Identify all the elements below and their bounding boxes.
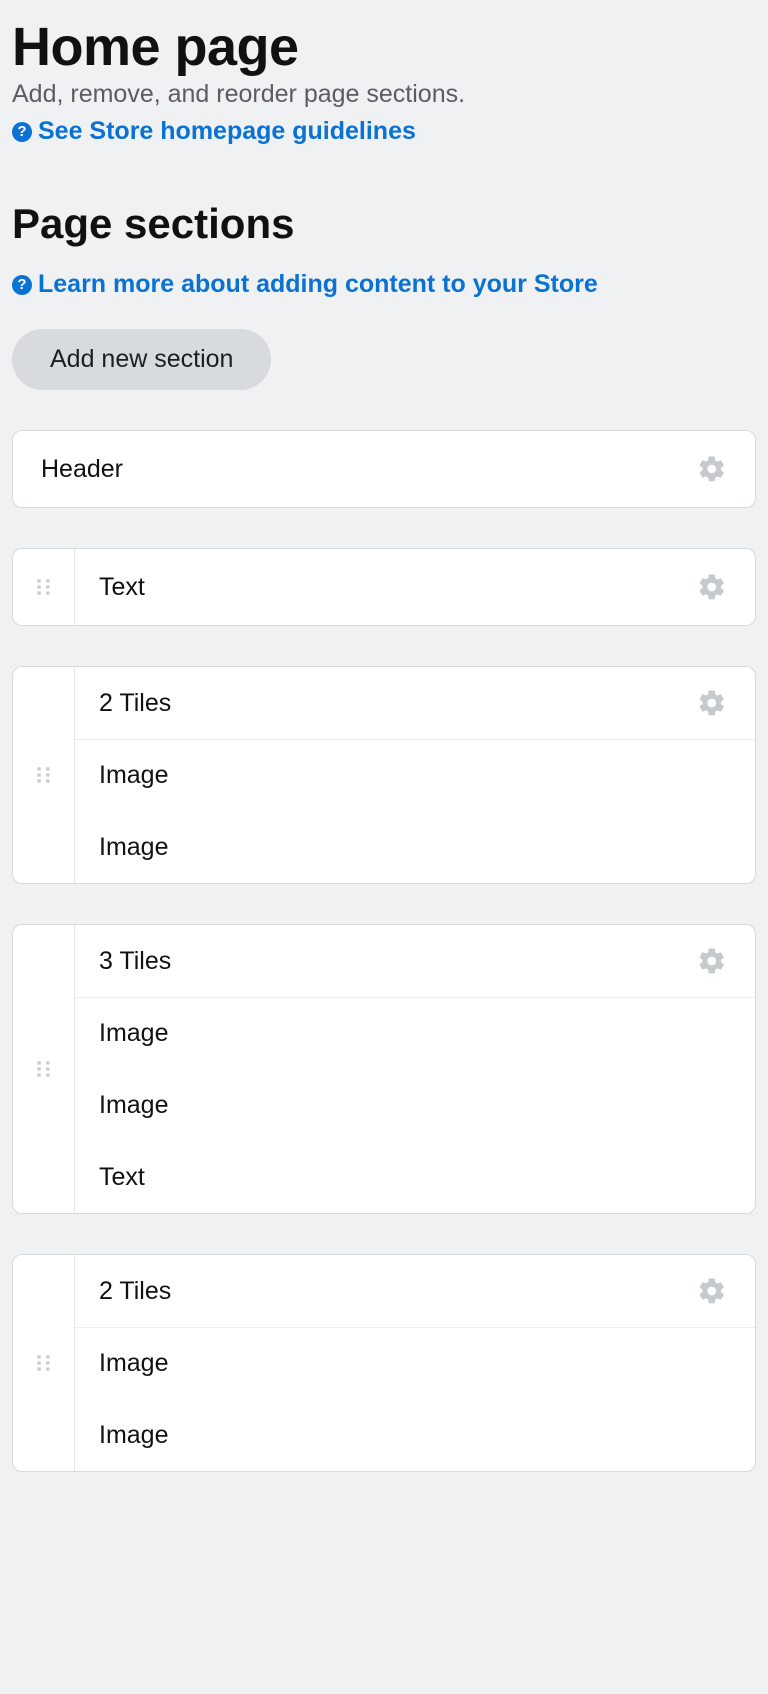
section-card: 3 Tiles Image Image Text bbox=[12, 924, 756, 1214]
section-child[interactable]: Image bbox=[75, 811, 755, 883]
drag-handle[interactable] bbox=[33, 1352, 55, 1374]
section-settings-button[interactable] bbox=[693, 1272, 731, 1310]
drag-handle[interactable] bbox=[33, 576, 55, 598]
drag-handle-icon bbox=[33, 576, 55, 598]
section-child[interactable]: Image bbox=[75, 739, 755, 811]
learn-more-link-label: Learn more about adding content to your … bbox=[38, 270, 598, 299]
section-child[interactable]: Text bbox=[75, 1141, 755, 1213]
page-title: Home page bbox=[12, 16, 756, 78]
section-title: 2 Tiles bbox=[99, 689, 171, 718]
section-title: Header bbox=[41, 455, 123, 484]
add-section-button[interactable]: Add new section bbox=[12, 329, 271, 390]
guidelines-link[interactable]: ? See Store homepage guidelines bbox=[12, 117, 416, 146]
section-settings-button[interactable] bbox=[693, 450, 731, 488]
section-child[interactable]: Image bbox=[75, 1327, 755, 1399]
section-title: 3 Tiles bbox=[99, 947, 171, 976]
drag-handle-icon bbox=[33, 1058, 55, 1080]
learn-more-link[interactable]: ? Learn more about adding content to you… bbox=[12, 270, 598, 299]
section-settings-button[interactable] bbox=[693, 942, 731, 980]
drag-handle[interactable] bbox=[33, 1058, 55, 1080]
drag-handle[interactable] bbox=[33, 764, 55, 786]
section-child-label: Image bbox=[99, 1421, 168, 1450]
guidelines-link-label: See Store homepage guidelines bbox=[38, 117, 416, 146]
help-icon: ? bbox=[12, 275, 32, 295]
section-child-label: Text bbox=[99, 1163, 145, 1192]
sections-heading: Page sections bbox=[12, 200, 756, 248]
section-title: Text bbox=[99, 573, 145, 602]
gear-icon bbox=[697, 1276, 727, 1306]
gear-icon bbox=[697, 688, 727, 718]
section-child-label: Image bbox=[99, 1091, 168, 1120]
section-card: 2 Tiles Image Image bbox=[12, 1254, 756, 1472]
section-child[interactable]: Image bbox=[75, 1069, 755, 1141]
section-card: 2 Tiles Image Image bbox=[12, 666, 756, 884]
gear-icon bbox=[697, 946, 727, 976]
section-child-label: Image bbox=[99, 761, 168, 790]
section-child[interactable]: Image bbox=[75, 1399, 755, 1471]
section-settings-button[interactable] bbox=[693, 684, 731, 722]
help-icon: ? bbox=[12, 122, 32, 142]
drag-handle-icon bbox=[33, 1352, 55, 1374]
drag-handle-icon bbox=[33, 764, 55, 786]
section-card: Header bbox=[12, 430, 756, 508]
section-card: Text bbox=[12, 548, 756, 626]
section-title: 2 Tiles bbox=[99, 1277, 171, 1306]
page-subtitle: Add, remove, and reorder page sections. bbox=[12, 80, 756, 109]
section-child-label: Image bbox=[99, 833, 168, 862]
gear-icon bbox=[697, 572, 727, 602]
section-child-label: Image bbox=[99, 1349, 168, 1378]
section-settings-button[interactable] bbox=[693, 568, 731, 606]
gear-icon bbox=[697, 454, 727, 484]
section-child[interactable]: Image bbox=[75, 997, 755, 1069]
section-child-label: Image bbox=[99, 1019, 168, 1048]
